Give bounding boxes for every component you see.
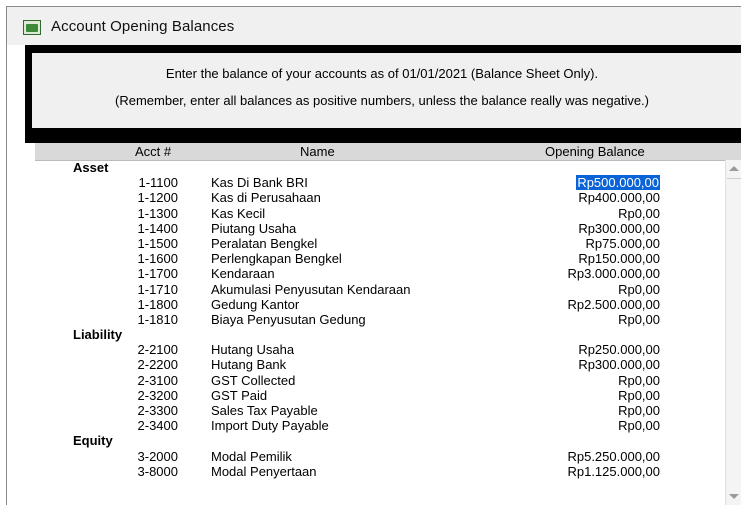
account-number: 1-1500 <box>137 235 178 251</box>
table-row[interactable]: 1-1700 Kendaraan Rp3.000.000,00 <box>35 266 725 281</box>
account-name: Hutang Bank <box>211 357 287 373</box>
account-name: Hutang Usaha <box>211 342 295 358</box>
account-name: Kas Kecil <box>211 205 266 221</box>
account-name: Import Duty Payable <box>211 418 329 434</box>
balances-table: Acct # Name Opening Balance Asset 1-1100 K… <box>35 143 741 505</box>
group-header-row: Liability <box>35 327 725 342</box>
account-name: Gedung Kantor <box>211 296 300 312</box>
group-label: Equity <box>73 433 113 449</box>
account-name: Akumulasi Penyusutan Kendaraan <box>211 281 411 297</box>
opening-balance-field[interactable]: Rp400.000,00 <box>578 190 660 205</box>
opening-balance-field[interactable]: Rp150.000,00 <box>578 251 660 266</box>
instruction-line-1: Enter the balance of your accounts as of… <box>165 66 599 81</box>
table-row[interactable]: 1-1100 Kas Di Bank BRI Rp500.000,00 <box>35 175 725 191</box>
account-name: Biaya Penyusutan Gedung <box>211 311 366 327</box>
account-name: Modal Pemilik <box>211 448 292 464</box>
table-body: Asset 1-1100 Kas Di Bank BRI Rp500.000,00 1-… <box>35 160 725 479</box>
account-number: 1-1710 <box>137 281 178 297</box>
account-name: Kas di Perusahaan <box>211 190 321 206</box>
opening-balance-field[interactable]: Rp0,00 <box>618 388 660 403</box>
opening-balance-field[interactable]: Rp0,00 <box>618 282 660 297</box>
window-title: Account Opening Balances <box>51 18 235 35</box>
opening-balance-field[interactable]: Rp300.000,00 <box>578 221 660 236</box>
opening-balance-field[interactable]: Rp0,00 <box>618 373 660 388</box>
opening-balance-field[interactable]: Rp0,00 <box>618 312 660 327</box>
account-number: 1-1100 <box>138 175 178 191</box>
account-number: 1-1700 <box>137 266 178 282</box>
scrollbar-thumb[interactable] <box>727 178 741 181</box>
opening-balance-field[interactable]: Rp0,00 <box>618 418 660 433</box>
table-row[interactable]: 2-3200 GST Paid Rp0,00 <box>35 388 725 403</box>
title-bar: Account Opening Balances <box>7 7 741 45</box>
account-number: 3-8000 <box>137 463 178 479</box>
account-number: 2-3200 <box>137 387 178 403</box>
table-header: Acct # Name Opening Balance <box>35 143 741 161</box>
table-row[interactable]: 1-1300 Kas Kecil Rp0,00 <box>35 206 725 221</box>
column-header-opening-balance[interactable]: Opening Balance <box>545 144 645 159</box>
account-number: 1-1600 <box>137 251 178 267</box>
table-row[interactable]: 1-1500 Peralatan Bengkel Rp75.000,00 <box>35 236 725 251</box>
opening-balance-field[interactable]: Rp5.250.000,00 <box>567 449 660 464</box>
account-number: 2-3400 <box>137 418 178 434</box>
account-name: Kas Di Bank BRI <box>211 175 308 191</box>
account-number: 2-3100 <box>137 372 178 388</box>
account-name: Peralatan Bengkel <box>211 235 318 251</box>
group-label: Liability <box>73 327 123 343</box>
vertical-scrollbar[interactable] <box>725 160 741 505</box>
account-number: 2-2100 <box>137 342 178 358</box>
column-header-name[interactable]: Name <box>300 144 335 159</box>
opening-balance-field[interactable]: Rp0,00 <box>618 206 660 221</box>
account-name: Sales Tax Payable <box>211 403 318 418</box>
instructions-panel: Enter the balance of your accounts as of… <box>32 53 741 128</box>
table-row[interactable]: 2-2100 Hutang Usaha Rp250.000,00 <box>35 342 725 357</box>
table-row[interactable]: 2-3300 Sales Tax Payable Rp0,00 <box>35 403 725 418</box>
opening-balance-field[interactable]: Rp500.000,00 <box>576 175 660 191</box>
account-number: 1-1400 <box>137 220 178 236</box>
opening-balance-field[interactable]: Rp3.000.000,00 <box>567 266 660 281</box>
table-row[interactable]: 1-1710 Akumulasi Penyusutan Kendaraan Rp0,… <box>35 282 725 297</box>
table-row[interactable]: 1-1200 Kas di Perusahaan Rp400.000,00 <box>35 190 725 205</box>
account-number: 1-1810 <box>137 311 178 327</box>
group-header-row: Equity <box>35 433 725 448</box>
opening-balance-field[interactable]: Rp1.125.000,00 <box>567 464 660 479</box>
group-header-row: Asset <box>35 160 725 175</box>
account-number: 1-1300 <box>137 205 178 221</box>
group-label: Asset <box>73 160 109 175</box>
account-name: GST Collected <box>211 372 296 388</box>
column-header-acct[interactable]: Acct # <box>135 144 171 159</box>
account-name: GST Paid <box>211 387 268 403</box>
opening-balance-field[interactable]: Rp250.000,00 <box>578 342 660 357</box>
opening-balance-field[interactable]: Rp300.000,00 <box>578 357 660 372</box>
table-row[interactable]: 2-3400 Import Duty Payable Rp0,00 <box>35 418 725 433</box>
table-row[interactable]: 2-2200 Hutang Bank Rp300.000,00 <box>35 357 725 372</box>
account-number: 2-3300 <box>137 403 178 418</box>
table-row[interactable]: 3-8000 Modal Penyertaan Rp1.125.000,00 <box>35 464 725 479</box>
chevron-up-icon[interactable] <box>729 166 739 171</box>
instruction-line-2: (Remember, enter all balances as positiv… <box>115 93 649 108</box>
opening-balance-field[interactable]: Rp0,00 <box>618 403 660 418</box>
account-number: 3-2000 <box>137 448 178 464</box>
account-opening-balances-window: Account Opening Balances Enter the balan… <box>6 6 741 505</box>
account-number: 1-1200 <box>137 190 178 206</box>
chevron-down-icon[interactable] <box>729 494 739 499</box>
account-name: Piutang Usaha <box>211 220 297 236</box>
table-row[interactable]: 1-1600 Perlengkapan Bengkel Rp150.000,00 <box>35 251 725 266</box>
account-number: 2-2200 <box>137 357 178 373</box>
table-row[interactable]: 2-3100 GST Collected Rp0,00 <box>35 373 725 388</box>
opening-balance-field[interactable]: Rp75.000,00 <box>586 236 660 251</box>
table-row[interactable]: 1-1800 Gedung Kantor Rp2.500.000,00 <box>35 297 725 312</box>
account-number: 1-1800 <box>137 296 178 312</box>
opening-balance-field[interactable]: Rp2.500.000,00 <box>567 297 660 312</box>
table-row[interactable]: 1-1400 Piutang Usaha Rp300.000,00 <box>35 221 725 236</box>
account-name: Kendaraan <box>211 266 275 282</box>
account-name: Perlengkapan Bengkel <box>211 251 342 267</box>
table-row[interactable]: 1-1810 Biaya Penyusutan Gedung Rp0,00 <box>35 312 725 327</box>
account-window-icon <box>23 20 41 35</box>
account-name: Modal Penyertaan <box>211 463 317 479</box>
table-row[interactable]: 3-2000 Modal Pemilik Rp5.250.000,00 <box>35 449 725 464</box>
